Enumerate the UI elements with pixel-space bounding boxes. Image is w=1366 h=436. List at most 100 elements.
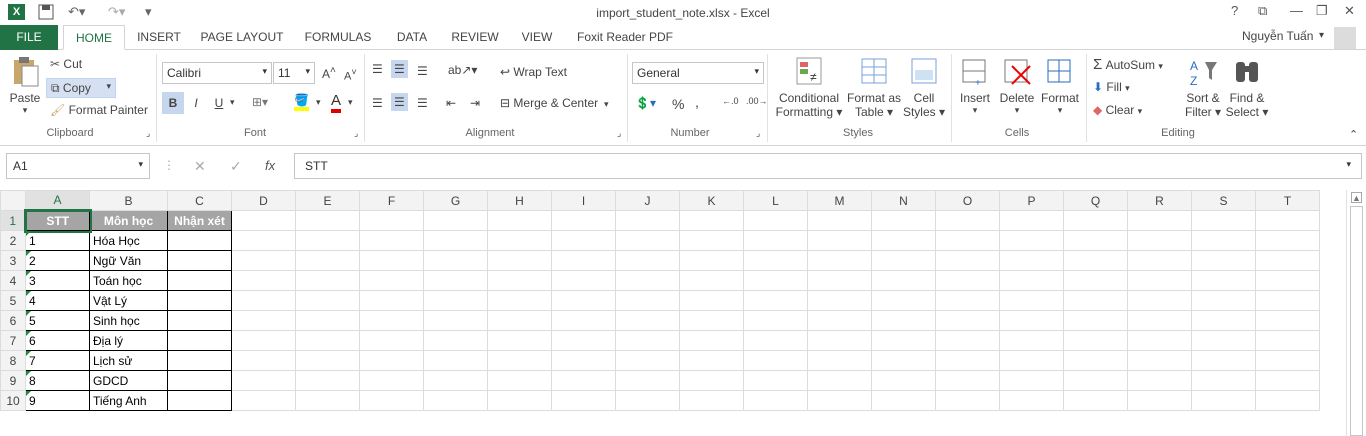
cell[interactable] (679, 330, 744, 351)
cell[interactable] (743, 270, 808, 291)
font-size-select[interactable]: 11 ▾ (273, 62, 315, 84)
cell[interactable] (743, 330, 808, 351)
comment-cell[interactable] (167, 330, 232, 351)
fill-color-dropdown-icon[interactable]: ▾ (316, 97, 321, 108)
cell[interactable] (679, 370, 744, 391)
cell[interactable] (615, 210, 680, 231)
underline-dropdown-icon[interactable]: ▾ (230, 97, 235, 108)
subject-cell[interactable]: Ngữ Văn (89, 250, 168, 271)
cell[interactable] (1127, 370, 1192, 391)
cell[interactable] (295, 270, 360, 291)
cell[interactable] (999, 230, 1064, 251)
cell[interactable] (551, 270, 616, 291)
cell[interactable] (1127, 250, 1192, 271)
cell[interactable] (1063, 250, 1128, 271)
column-header[interactable]: N (871, 190, 936, 211)
cell[interactable] (1063, 370, 1128, 391)
cell[interactable] (807, 290, 872, 311)
cell[interactable] (871, 310, 936, 331)
cell[interactable] (231, 290, 296, 311)
cell[interactable] (1127, 390, 1192, 411)
row-header[interactable]: 1 (0, 210, 27, 231)
cell[interactable] (1191, 270, 1256, 291)
cell[interactable] (743, 310, 808, 331)
cell[interactable] (807, 210, 872, 231)
cell[interactable] (743, 370, 808, 391)
cell[interactable] (999, 390, 1064, 411)
cell[interactable] (231, 210, 296, 231)
enter-icon[interactable]: ✓ (230, 158, 242, 175)
comment-cell[interactable] (167, 230, 232, 251)
scroll-thumb[interactable] (1350, 206, 1363, 436)
cell[interactable] (423, 290, 488, 311)
column-header[interactable]: G (423, 190, 488, 211)
column-header[interactable]: B (89, 190, 168, 211)
copy-button[interactable]: ⧉ Copy ▾ (46, 78, 116, 98)
cell[interactable] (551, 290, 616, 311)
font-launcher-icon[interactable]: ⌟ (354, 128, 358, 139)
cell[interactable] (1255, 210, 1320, 231)
cell[interactable] (871, 330, 936, 351)
cell[interactable] (295, 350, 360, 371)
cell[interactable] (871, 270, 936, 291)
tab-formulas[interactable]: FORMULAS (300, 25, 376, 50)
cell[interactable] (935, 210, 1000, 231)
cell[interactable] (999, 310, 1064, 331)
cell[interactable] (807, 230, 872, 251)
row-header[interactable]: 3 (0, 250, 26, 271)
cell[interactable] (615, 270, 680, 291)
cell[interactable] (1255, 290, 1320, 311)
cell[interactable] (935, 270, 1000, 291)
cell[interactable] (1255, 230, 1320, 251)
cell[interactable] (295, 290, 360, 311)
cell[interactable] (679, 390, 744, 411)
cell[interactable] (231, 370, 296, 391)
vertical-scrollbar[interactable]: ▲ (1346, 190, 1366, 436)
cell[interactable] (935, 310, 1000, 331)
column-header[interactable]: D (231, 190, 296, 211)
cell[interactable] (359, 330, 424, 351)
format-painter-button[interactable]: 🖌 Format Painter (50, 103, 148, 117)
cell[interactable] (295, 370, 360, 391)
stt-cell[interactable]: 4 (25, 290, 90, 311)
cell[interactable] (935, 250, 1000, 271)
tab-foxit[interactable]: Foxit Reader PDF (572, 25, 678, 50)
close-icon[interactable]: ✕ (1344, 3, 1355, 19)
name-box[interactable]: A1 ▾ (6, 153, 150, 179)
cancel-icon[interactable]: ✕ (194, 158, 206, 175)
cell[interactable] (999, 270, 1064, 291)
cell[interactable] (935, 350, 1000, 371)
number-format-select[interactable]: General ▾ (632, 62, 764, 84)
cell[interactable] (359, 290, 424, 311)
cell[interactable] (1127, 270, 1192, 291)
cell[interactable] (871, 390, 936, 411)
formula-input[interactable]: STT ▾ (294, 153, 1362, 179)
subject-cell[interactable]: Lịch sử (89, 350, 168, 371)
subject-cell[interactable]: Hóa Học (89, 230, 168, 251)
percent-icon[interactable]: % (672, 96, 684, 112)
cell[interactable] (743, 350, 808, 371)
tab-file[interactable]: FILE (0, 25, 58, 50)
align-center-icon[interactable]: ☰ (391, 93, 408, 111)
fill-color-icon[interactable]: 🪣 (294, 93, 309, 111)
tab-page-layout[interactable]: PAGE LAYOUT (196, 25, 288, 50)
cell[interactable] (423, 310, 488, 331)
column-header[interactable]: S (1191, 190, 1256, 211)
cell[interactable] (871, 370, 936, 391)
cell[interactable] (1063, 390, 1128, 411)
cell[interactable] (423, 270, 488, 291)
insert-function-icon[interactable]: fx (265, 158, 275, 173)
top-align-icon[interactable]: ☰ (372, 62, 383, 76)
cell[interactable] (423, 330, 488, 351)
paste-button[interactable]: Paste ▾ (8, 56, 42, 116)
increase-indent-icon[interactable]: ⇥ (470, 96, 480, 110)
column-header[interactable]: Q (1063, 190, 1128, 211)
cut-button[interactable]: ✂ Cut (50, 57, 82, 71)
cell[interactable] (1255, 250, 1320, 271)
cell[interactable] (231, 270, 296, 291)
row-header[interactable]: 9 (0, 370, 26, 391)
comment-cell[interactable] (167, 310, 232, 331)
cell[interactable] (1127, 310, 1192, 331)
stt-cell[interactable]: 9 (25, 390, 90, 411)
cell[interactable] (1255, 330, 1320, 351)
